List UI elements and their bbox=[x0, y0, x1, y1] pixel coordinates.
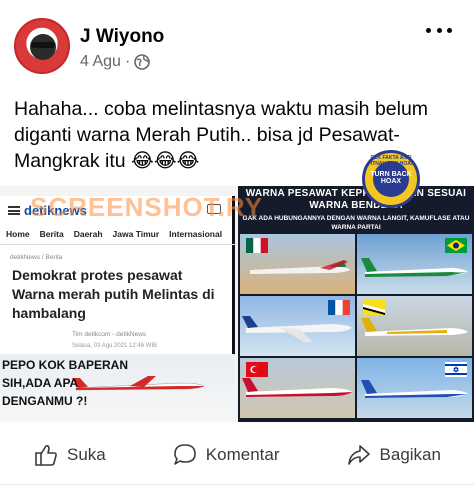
comment-label: Komentar bbox=[205, 445, 280, 464]
panel-subtitle: GAK ADA HUBUNGANNYA DENGAN WARNA LANGIT,… bbox=[242, 215, 470, 231]
post-header: J Wiyono 4 Agu · bbox=[0, 0, 474, 90]
author-name[interactable]: J Wiyono bbox=[80, 26, 164, 48]
detik-nav: Home Berita Daerah Jawa Timur Internasio… bbox=[6, 229, 235, 239]
fact-check-badge: CEK FAKTA ANTI FITNAH DAN HOAX TURN BACK… bbox=[362, 150, 420, 208]
panel-title: WARNA PESAWAT KEPRESIDENAN SESUAI WARNA … bbox=[245, 188, 467, 211]
brunei-plane-tile bbox=[357, 296, 472, 356]
detik-nav-item: Internasional bbox=[169, 229, 223, 239]
post-date[interactable]: 4 Agu bbox=[80, 53, 121, 71]
like-label: Suka bbox=[67, 445, 106, 464]
action-bar: Suka Komentar Bagikan bbox=[0, 430, 474, 480]
share-icon bbox=[347, 445, 370, 465]
hamburger-icon bbox=[8, 206, 20, 215]
globe-icon bbox=[134, 54, 151, 70]
divider bbox=[0, 484, 474, 485]
turkey-plane-tile bbox=[240, 358, 355, 418]
meme-caption: PEPO KOK BAPERAN SIH,ADA APA DENGANMU ?! bbox=[2, 358, 129, 408]
avatar[interactable] bbox=[14, 18, 70, 74]
detik-nav-item: Home bbox=[6, 229, 30, 239]
divider bbox=[0, 244, 235, 245]
avatar-sunglasses bbox=[31, 42, 55, 48]
israel-plane-tile bbox=[357, 358, 472, 418]
comment-icon bbox=[173, 444, 196, 465]
israel-flag-icon bbox=[445, 362, 467, 377]
detik-breadcrumb: detikNews / Berita bbox=[10, 254, 63, 261]
mexico-plane-tile bbox=[240, 234, 355, 294]
thumbs-up-icon bbox=[35, 445, 57, 466]
post-meta: 4 Agu · bbox=[80, 53, 151, 71]
detik-nav-item: Daerah bbox=[73, 229, 103, 239]
france-plane-tile bbox=[240, 296, 355, 356]
post-image[interactable]: detiknews Home Berita Daerah Jawa Timur … bbox=[0, 186, 474, 422]
brazil-plane-tile bbox=[357, 234, 472, 294]
detik-headline: Demokrat protes pesawat Warna merah puti… bbox=[12, 267, 215, 321]
detik-nav-item: Jawa Timur bbox=[112, 229, 160, 239]
watermark: SCREENSHOT.RY bbox=[30, 192, 264, 222]
share-label: Bagikan bbox=[379, 445, 441, 464]
presidential-planes-panel: WARNA PESAWAT KEPRESIDENAN SESUAI WARNA … bbox=[238, 186, 474, 422]
brazil-flag-icon bbox=[445, 238, 467, 253]
badge-text: CEK FAKTA ANTI FITNAH DAN HOAX bbox=[367, 155, 415, 167]
share-button[interactable]: Bagikan bbox=[346, 442, 441, 468]
brunei-flag-icon bbox=[363, 300, 385, 315]
detik-nav-item: Berita bbox=[39, 229, 64, 239]
comment-button[interactable]: Komentar bbox=[172, 442, 280, 468]
like-button[interactable]: Suka bbox=[33, 442, 106, 468]
turkey-flag-icon bbox=[246, 362, 268, 377]
badge-center-text: TURN BACK HOAX bbox=[370, 171, 412, 185]
detik-byline: Tim detikcom - detikNews bbox=[72, 331, 147, 338]
france-flag-icon bbox=[328, 300, 350, 315]
detik-date: Selasa, 03 Agu 2021 12:46 WIB bbox=[72, 343, 158, 349]
more-options-icon[interactable] bbox=[426, 28, 452, 38]
meta-separator: · bbox=[124, 53, 131, 70]
mexico-flag-icon bbox=[246, 238, 268, 253]
detik-screenshot: detiknews Home Berita Daerah Jawa Timur … bbox=[0, 196, 235, 422]
